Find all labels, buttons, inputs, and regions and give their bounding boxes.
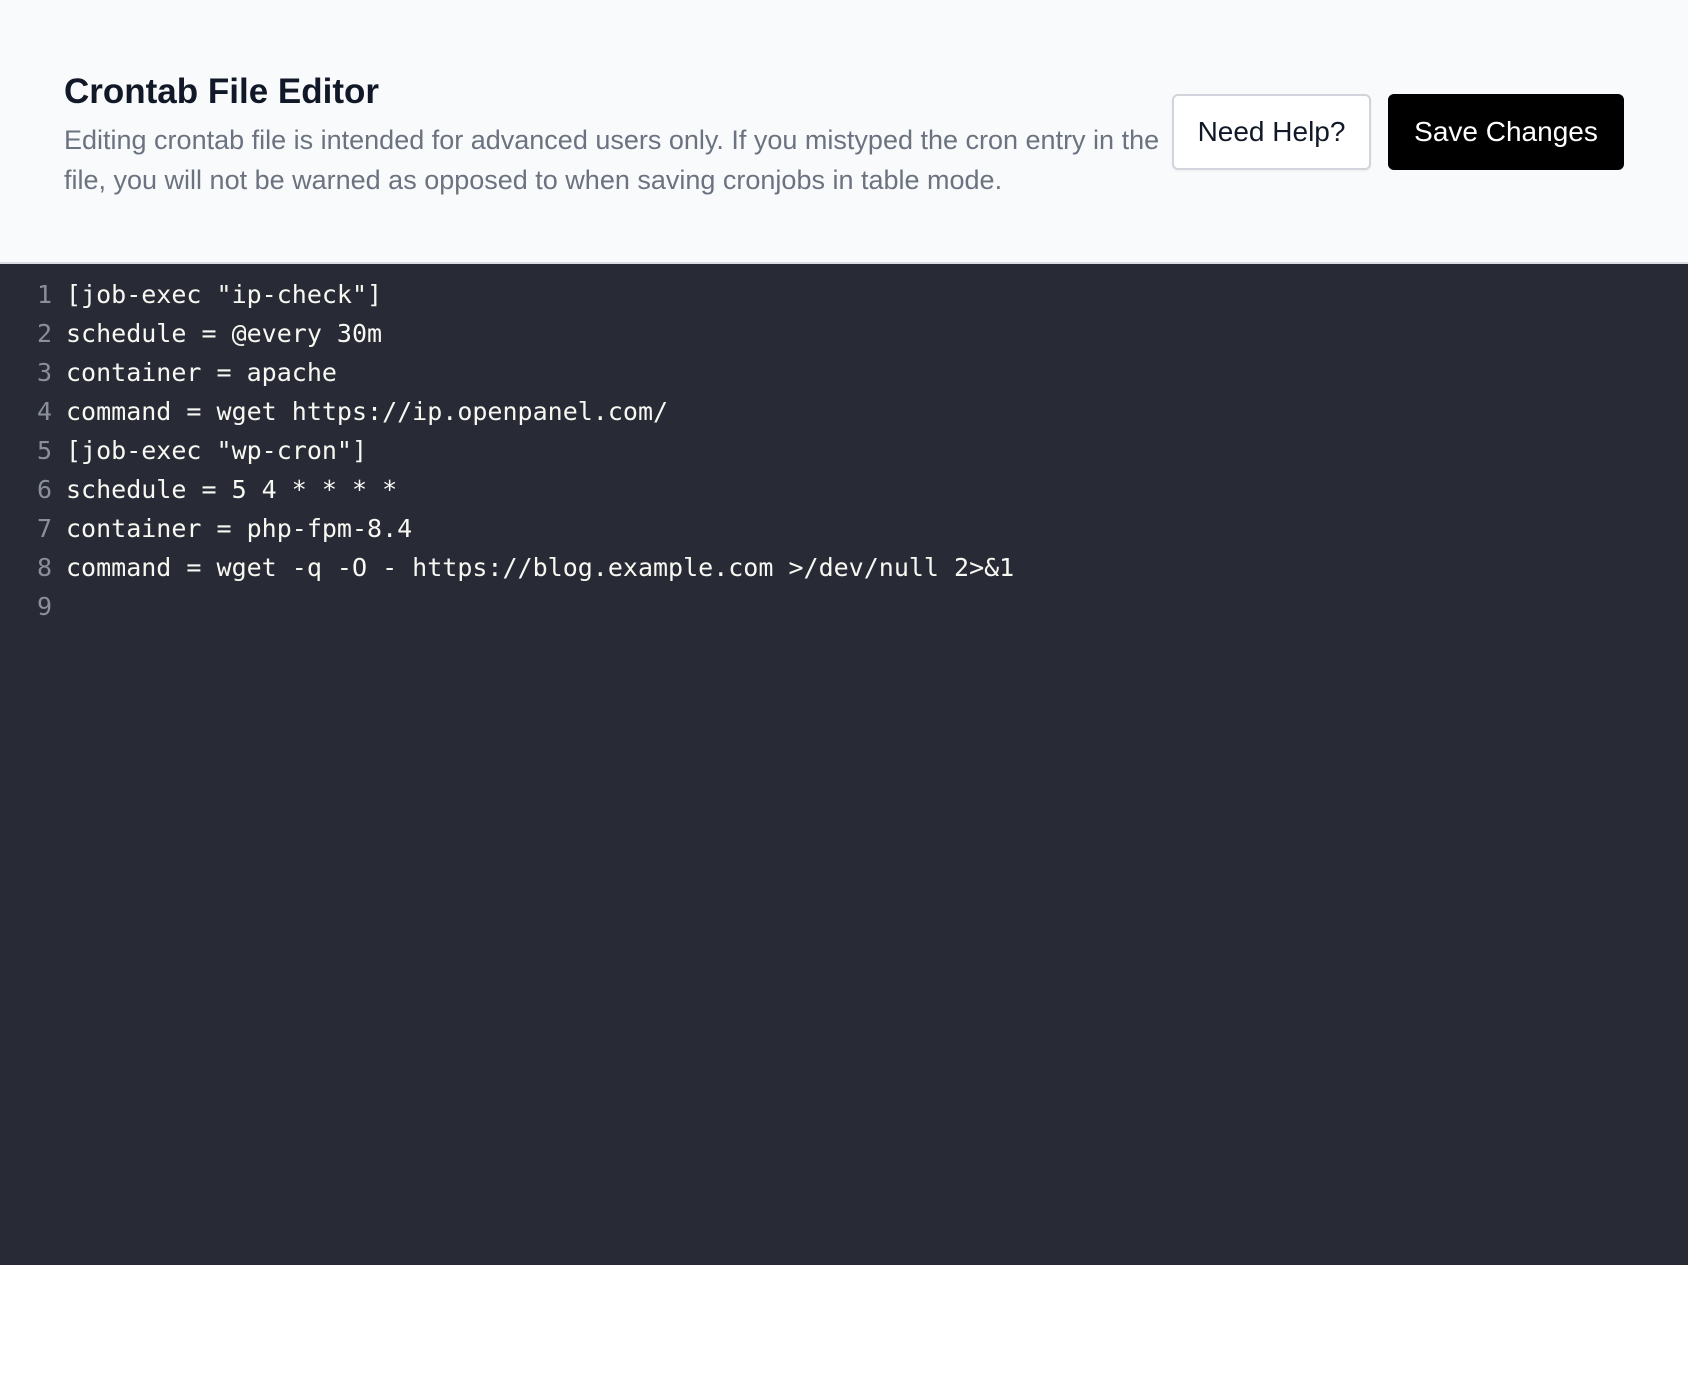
line-text[interactable]: container = apache (52, 353, 337, 392)
line-text[interactable]: command = wget https://ip.openpanel.com/ (52, 392, 668, 431)
editor-line[interactable]: 5 [job-exec "wp-cron"] (0, 431, 1688, 470)
line-text[interactable]: [job-exec "wp-cron"] (52, 431, 367, 470)
line-number: 1 (36, 280, 52, 309)
line-text[interactable]: [job-exec "ip-check"] (52, 275, 382, 314)
line-number: 8 (36, 553, 52, 582)
page-description: Editing crontab file is intended for adv… (64, 125, 1160, 195)
line-text[interactable]: command = wget -q -O - https://blog.exam… (52, 548, 1014, 587)
editor-line[interactable]: 9 (0, 587, 1688, 626)
line-text[interactable]: schedule = @every 30m (52, 314, 382, 353)
code-editor[interactable]: 1 [job-exec "ip-check"] 2 schedule = @ev… (0, 264, 1688, 1265)
line-text[interactable] (52, 587, 66, 626)
line-number: 3 (36, 358, 52, 387)
line-number: 2 (36, 319, 52, 348)
editor-line[interactable]: 6 schedule = 5 4 * * * * (0, 470, 1688, 509)
line-text[interactable]: schedule = 5 4 * * * * (52, 470, 397, 509)
editor-line[interactable]: 2 schedule = @every 30m (0, 314, 1688, 353)
line-number: 5 (36, 436, 52, 465)
line-text[interactable]: container = php-fpm-8.4 (52, 509, 412, 548)
editor-line[interactable]: 4 command = wget https://ip.openpanel.co… (0, 392, 1688, 431)
editor-line[interactable]: 7 container = php-fpm-8.4 (0, 509, 1688, 548)
line-number: 4 (36, 397, 52, 426)
line-number: 9 (36, 592, 52, 621)
save-changes-button[interactable]: Save Changes (1388, 94, 1624, 170)
editor-header: Crontab File Editor Editing crontab file… (0, 0, 1688, 264)
line-number: 6 (36, 475, 52, 504)
need-help-button[interactable]: Need Help? (1172, 94, 1371, 170)
editor-line[interactable]: 1 [job-exec "ip-check"] (0, 275, 1688, 314)
editor-line[interactable]: 3 container = apache (0, 353, 1688, 392)
editor-line[interactable]: 8 command = wget -q -O - https://blog.ex… (0, 548, 1688, 587)
line-number: 7 (36, 514, 52, 543)
page-title: Crontab File Editor (64, 72, 379, 111)
